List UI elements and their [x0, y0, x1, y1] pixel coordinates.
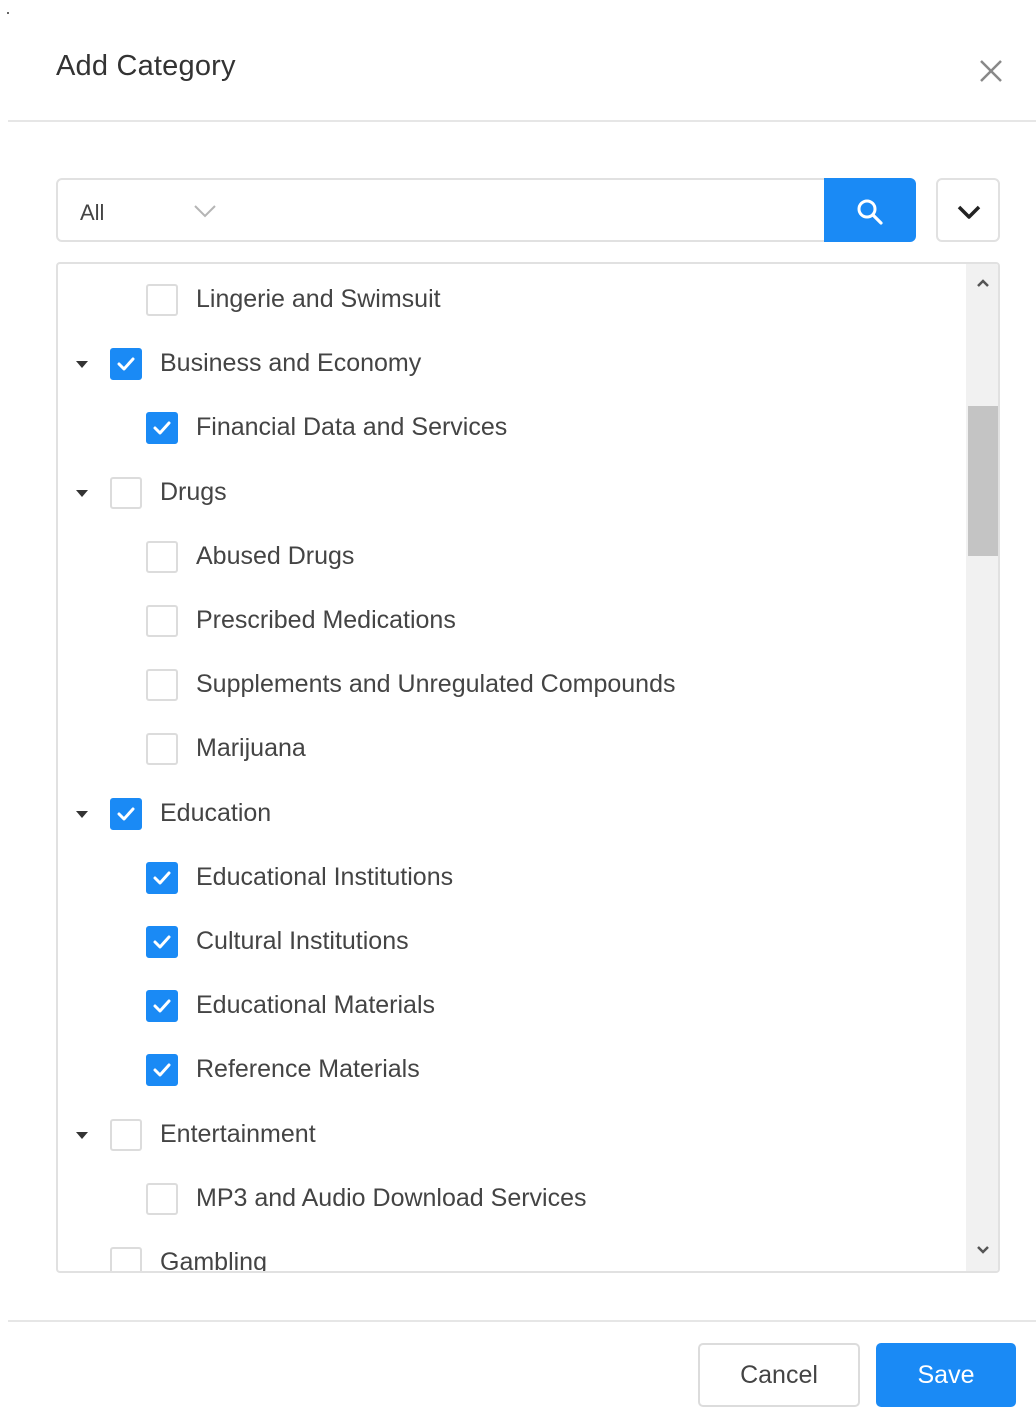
checkbox[interactable] — [146, 669, 178, 702]
tree-item[interactable]: Gambling — [58, 1243, 958, 1273]
tree-item-label: Educational Materials — [196, 991, 436, 1020]
tree-item[interactable]: Prescribed Medications — [58, 601, 958, 641]
caret-down-icon[interactable] — [74, 1129, 90, 1141]
tree-item[interactable]: Educational Institutions — [58, 858, 958, 898]
checkbox[interactable] — [110, 476, 142, 509]
checkbox[interactable] — [146, 733, 178, 766]
tree-item-label: Education — [160, 798, 272, 827]
checkbox-checked[interactable] — [146, 990, 178, 1023]
checkbox-checked[interactable] — [110, 348, 142, 381]
checkbox-checked[interactable] — [146, 412, 178, 445]
category-filter-select[interactable]: All — [56, 178, 240, 242]
search-input[interactable] — [239, 180, 826, 240]
dialog-header: Add Category — [0, 0, 1036, 122]
tree-item-label: Business and Economy — [160, 349, 422, 378]
checkbox[interactable] — [146, 605, 178, 637]
chevron-down-icon — [192, 202, 218, 220]
chevron-down-icon — [977, 1246, 989, 1254]
search-icon — [857, 199, 883, 225]
tree-item[interactable]: Lingerie and Swimsuit — [58, 280, 958, 320]
tree-item-label: Educational Institutions — [196, 862, 454, 891]
checkbox[interactable] — [146, 540, 178, 573]
checkbox-checked[interactable] — [146, 1054, 178, 1087]
tree-item[interactable]: Supplements and Unregulated Compounds — [58, 665, 958, 705]
checkmark-icon — [153, 421, 171, 435]
checkbox-checked[interactable] — [146, 926, 178, 958]
tree-item[interactable]: Financial Data and Services — [58, 408, 958, 448]
header-divider — [8, 120, 1036, 122]
search-field[interactable] — [239, 178, 826, 242]
search-button[interactable] — [824, 178, 916, 242]
checkbox-checked[interactable] — [146, 861, 178, 894]
caret-down-icon[interactable] — [74, 808, 90, 820]
cancel-button[interactable]: Cancel — [698, 1343, 860, 1407]
tree-item-label: Gambling — [160, 1248, 267, 1273]
tree-item-label: Lingerie and Swimsuit — [196, 285, 441, 313]
checkbox[interactable] — [146, 1182, 178, 1215]
tree-item[interactable]: Reference Materials — [58, 1050, 958, 1090]
chevron-up-icon — [977, 279, 989, 287]
expand-options-button[interactable] — [936, 178, 1000, 242]
tree-item[interactable]: Educational Materials — [58, 986, 958, 1026]
tree-item-label: Abused Drugs — [196, 541, 355, 570]
tree-item[interactable]: Marijuana — [58, 729, 958, 769]
tree-item[interactable]: Business and Economy — [58, 344, 958, 384]
tree-scrollbar[interactable] — [966, 264, 998, 1271]
tree-item-label: Cultural Institutions — [196, 927, 409, 955]
tree-item-label: Entertainment — [160, 1119, 316, 1148]
save-button[interactable]: Save — [876, 1343, 1016, 1407]
tree-item[interactable]: MP3 and Audio Download Services — [58, 1179, 958, 1219]
close-icon[interactable] — [974, 54, 1008, 88]
checkmark-icon — [153, 935, 171, 949]
checkmark-icon — [153, 1063, 171, 1077]
checkbox-checked[interactable] — [110, 797, 142, 830]
caret-down-icon[interactable] — [74, 358, 90, 370]
scroll-up-button[interactable] — [966, 264, 998, 304]
tree-item-label: Reference Materials — [196, 1055, 420, 1084]
tree-item-label: Financial Data and Services — [196, 413, 508, 442]
tree-item[interactable]: Cultural Institutions — [58, 922, 958, 962]
filter-value: All — [80, 200, 105, 225]
checkbox[interactable] — [110, 1247, 142, 1271]
category-tree: Lingerie and Swimsuit Business and Econom… — [56, 262, 1000, 1273]
checkmark-icon — [117, 807, 135, 821]
checkbox[interactable] — [146, 284, 178, 316]
scroll-down-button[interactable] — [966, 1231, 998, 1271]
tree-item-label: Prescribed Medications — [196, 606, 456, 634]
tree-item[interactable]: Education — [58, 794, 958, 834]
tree-item-label: Drugs — [160, 477, 227, 506]
chevron-down-icon — [957, 205, 981, 219]
scroll-thumb[interactable] — [968, 406, 998, 556]
tree-item[interactable]: Entertainment — [58, 1115, 958, 1155]
checkmark-icon — [153, 999, 171, 1013]
caret-down-icon[interactable] — [74, 487, 90, 499]
tree-item[interactable]: Abused Drugs — [58, 537, 958, 577]
footer-divider — [8, 1320, 1036, 1322]
tree-item[interactable]: Drugs — [58, 473, 958, 513]
tree-item-label: Marijuana — [196, 734, 306, 763]
checkbox[interactable] — [110, 1118, 142, 1151]
tree-item-label: Supplements and Unregulated Compounds — [196, 670, 676, 699]
checkmark-icon — [153, 871, 171, 885]
checkmark-icon — [117, 357, 135, 371]
tree-item-label: MP3 and Audio Download Services — [196, 1183, 587, 1212]
dialog-title: Add Category — [56, 50, 236, 82]
